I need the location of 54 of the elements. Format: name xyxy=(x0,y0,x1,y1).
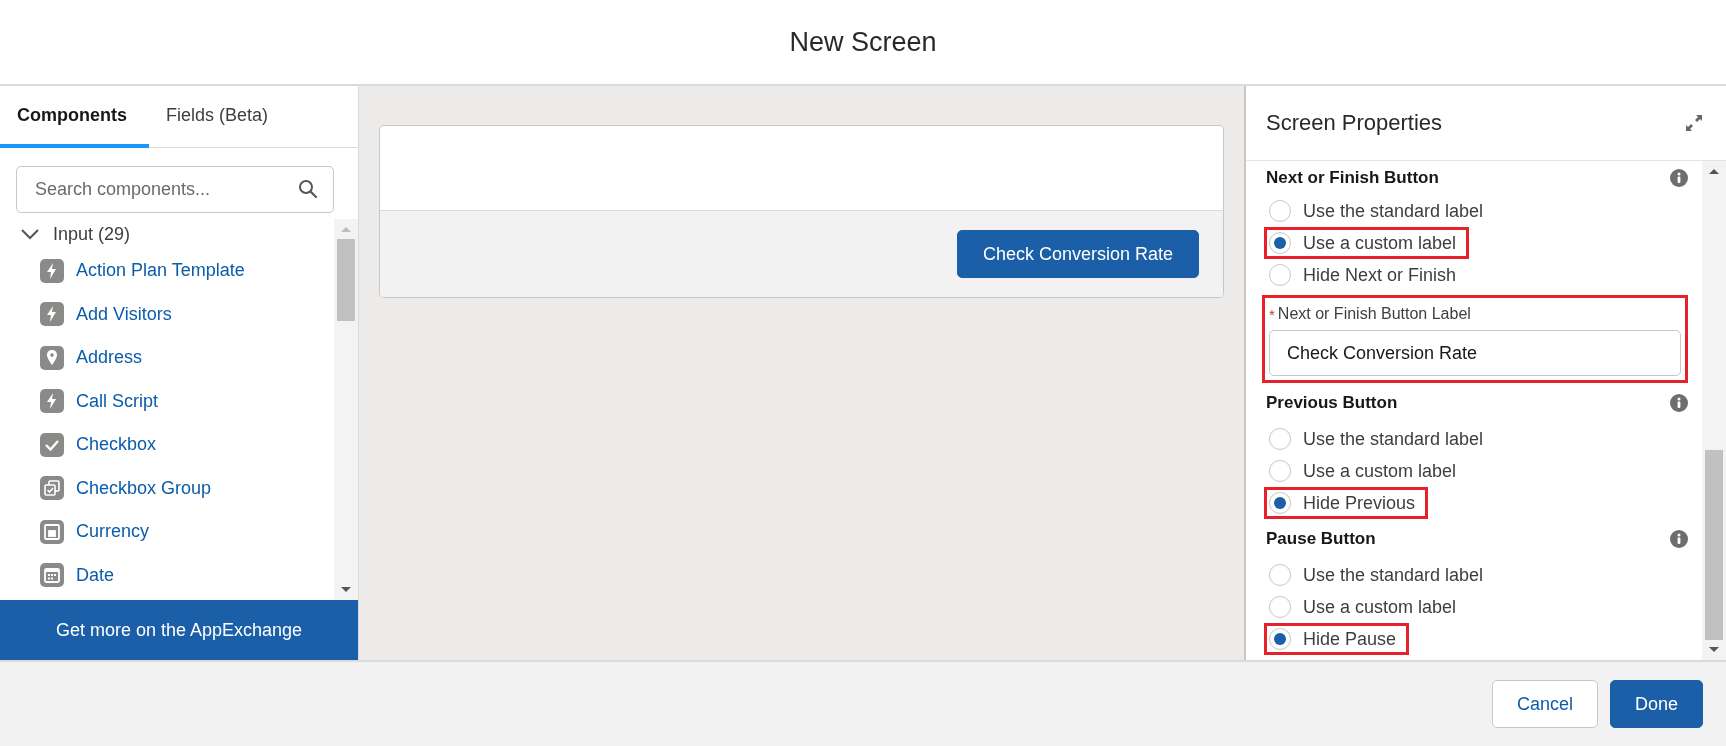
required-mark: * xyxy=(1269,305,1275,323)
radio-option[interactable]: Use a custom label xyxy=(1264,227,1470,259)
checkbox-group-icon xyxy=(40,476,64,501)
scrollbar[interactable] xyxy=(334,219,358,600)
scroll-down-icon[interactable] xyxy=(340,586,352,594)
radio-option[interactable]: Hide Next or Finish xyxy=(1264,259,1470,291)
component-link[interactable]: Date xyxy=(76,564,115,586)
input-field[interactable]: Check Conversion Rate xyxy=(1269,330,1681,376)
scrollbar-thumb[interactable] xyxy=(337,239,355,321)
component-link[interactable]: Address xyxy=(76,347,143,369)
square-icon xyxy=(40,519,64,544)
group-label: Input (29) xyxy=(53,223,131,245)
location-pin-icon xyxy=(40,345,64,370)
radio-option[interactable]: Hide Previous xyxy=(1264,487,1429,519)
info-icon[interactable] xyxy=(1670,394,1688,412)
component-link[interactable]: Checkbox Group xyxy=(76,477,212,499)
component-link[interactable]: Action Plan Template xyxy=(76,260,245,282)
chevron-icon[interactable] xyxy=(20,228,40,240)
search-field[interactable]: Search components... xyxy=(16,166,334,213)
scroll-up-icon[interactable] xyxy=(1708,167,1720,175)
info-icon[interactable] xyxy=(1670,530,1688,548)
lightning-icon xyxy=(40,258,64,283)
scroll-down-icon[interactable] xyxy=(1708,646,1720,654)
radio-option[interactable]: Use the standard label xyxy=(1264,423,1497,455)
appexchange-button[interactable]: Get more on the AppExchange xyxy=(0,600,358,660)
check-conversion-rate-button[interactable]: Check Conversion Rate xyxy=(956,230,1199,278)
component-link[interactable]: Add Visitors xyxy=(76,303,172,325)
component-link[interactable]: Checkbox xyxy=(76,434,157,456)
tab[interactable]: Fields (Beta) xyxy=(149,86,286,148)
tab[interactable]: Components xyxy=(0,86,149,148)
checkbox-icon xyxy=(40,432,64,457)
radio-option[interactable]: Hide Pause xyxy=(1264,623,1410,655)
scrollbar-thumb[interactable] xyxy=(1705,450,1723,640)
radio-option[interactable]: Use the standard label xyxy=(1264,195,1497,227)
section-heading: Pause Button xyxy=(1266,529,1376,549)
calendar-icon xyxy=(40,563,64,588)
panel-title: Screen Properties xyxy=(1266,110,1443,136)
expand-icon[interactable] xyxy=(1684,113,1704,133)
component-link[interactable]: Currency xyxy=(76,521,150,543)
field-label: Next or Finish Button Label xyxy=(1277,305,1471,323)
radio-option[interactable]: Use a custom label xyxy=(1264,591,1470,623)
lightning-icon xyxy=(40,302,64,327)
search-icon xyxy=(298,179,318,199)
radio-option[interactable]: Use the standard label xyxy=(1264,559,1497,591)
component-link[interactable]: Call Script xyxy=(76,390,159,412)
section-heading: Next or Finish Button xyxy=(1266,168,1439,188)
lightning-icon xyxy=(40,389,64,414)
section-heading: Previous Button xyxy=(1266,393,1398,413)
radio-option[interactable]: Use a custom label xyxy=(1264,455,1470,487)
info-icon[interactable] xyxy=(1670,169,1688,187)
scrollbar[interactable] xyxy=(1702,161,1726,660)
done-button[interactable]: Done xyxy=(1609,680,1703,728)
dialog-title: New Screen xyxy=(789,26,937,58)
cancel-button[interactable]: Cancel xyxy=(1491,680,1598,728)
